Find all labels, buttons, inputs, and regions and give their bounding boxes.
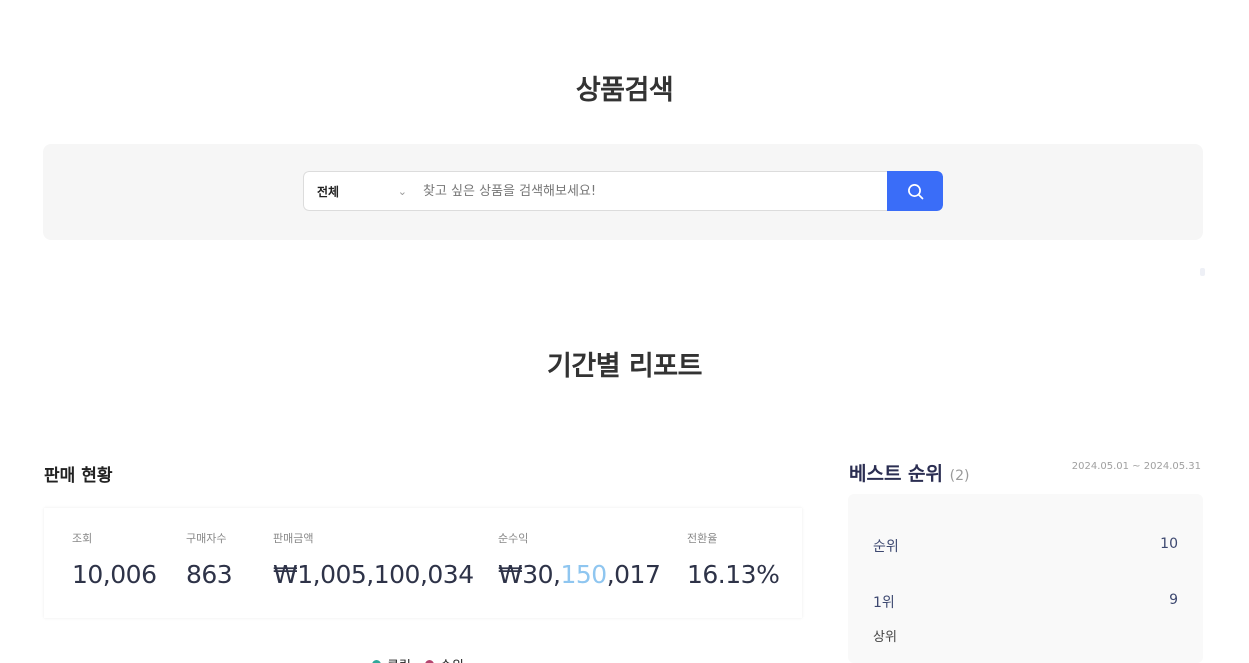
stat-label: 전환율 [687, 532, 718, 545]
sales-status-heading: 판매 현황 [44, 466, 113, 486]
best-rank-heading: 베스트 순위 (2) [849, 459, 969, 486]
rank-small-label: 상위 [873, 630, 897, 645]
search-button[interactable] [887, 171, 943, 211]
category-select[interactable]: 전체 ⌄ [303, 171, 415, 211]
legend-item-rank[interactable]: 순위 [424, 655, 464, 663]
rank-row: 순위 10 [873, 536, 1178, 556]
rank-card: 순위 10 1위 9 상위 [848, 494, 1203, 663]
search-icon [907, 183, 923, 199]
report-date-range: 2024.05.01 ~ 2024.05.31 [1071, 461, 1201, 472]
rank-row-label: 순위 [873, 539, 899, 555]
legend-item-click[interactable]: 클릭 [372, 655, 411, 663]
stat-value: 863 [186, 560, 233, 589]
search-bar: 전체 ⌄ [303, 171, 943, 211]
stat-buyers: 구매자수 863 [186, 530, 233, 589]
stat-value-highlight: 150 [560, 560, 607, 589]
stat-value: 16.13% [687, 560, 780, 589]
rank-row-label: 1위 [873, 595, 895, 611]
legend-label: 클릭 [387, 655, 411, 663]
chart-legend: 클릭 순위 [372, 655, 464, 663]
product-search-title: 상품검색 [575, 75, 674, 106]
scroll-indicator [1200, 268, 1205, 276]
stat-label: 판매금액 [273, 532, 314, 545]
stat-views: 조회 10,006 [72, 530, 157, 589]
rank-row-value: 10 [1160, 536, 1178, 552]
best-rank-heading-text: 베스트 순위 [849, 463, 944, 485]
stat-label: 구매자수 [186, 532, 227, 545]
stat-conversion-rate: 전환율 16.13% [687, 530, 780, 589]
stat-sales-amount: 판매금액 ₩1,005,100,034 [273, 530, 474, 589]
period-report-title: 기간별 리포트 [547, 351, 702, 382]
stat-value: ₩1,005,100,034 [273, 560, 474, 589]
chevron-down-icon: ⌄ [397, 184, 407, 198]
best-rank-heading-sub: (2) [949, 468, 970, 484]
stats-card: 조회 10,006 구매자수 863 판매금액 ₩1,005,100,034 순… [44, 508, 802, 618]
stat-value: ₩30,150,017 [498, 560, 661, 589]
rank-row: 1위 9 [873, 592, 1178, 612]
stat-label: 순수익 [498, 532, 529, 545]
stat-net-profit: 순수익 ₩30,150,017 [498, 530, 661, 589]
stat-value: 10,006 [72, 560, 157, 589]
legend-label: 순위 [440, 655, 464, 663]
stat-label: 조회 [72, 532, 93, 545]
stat-value-part: ₩30, [498, 560, 561, 589]
search-input[interactable] [415, 171, 887, 211]
stat-value-part: ,017 [606, 560, 661, 589]
rank-row-value: 9 [1169, 592, 1178, 608]
category-select-value: 전체 [317, 184, 340, 199]
